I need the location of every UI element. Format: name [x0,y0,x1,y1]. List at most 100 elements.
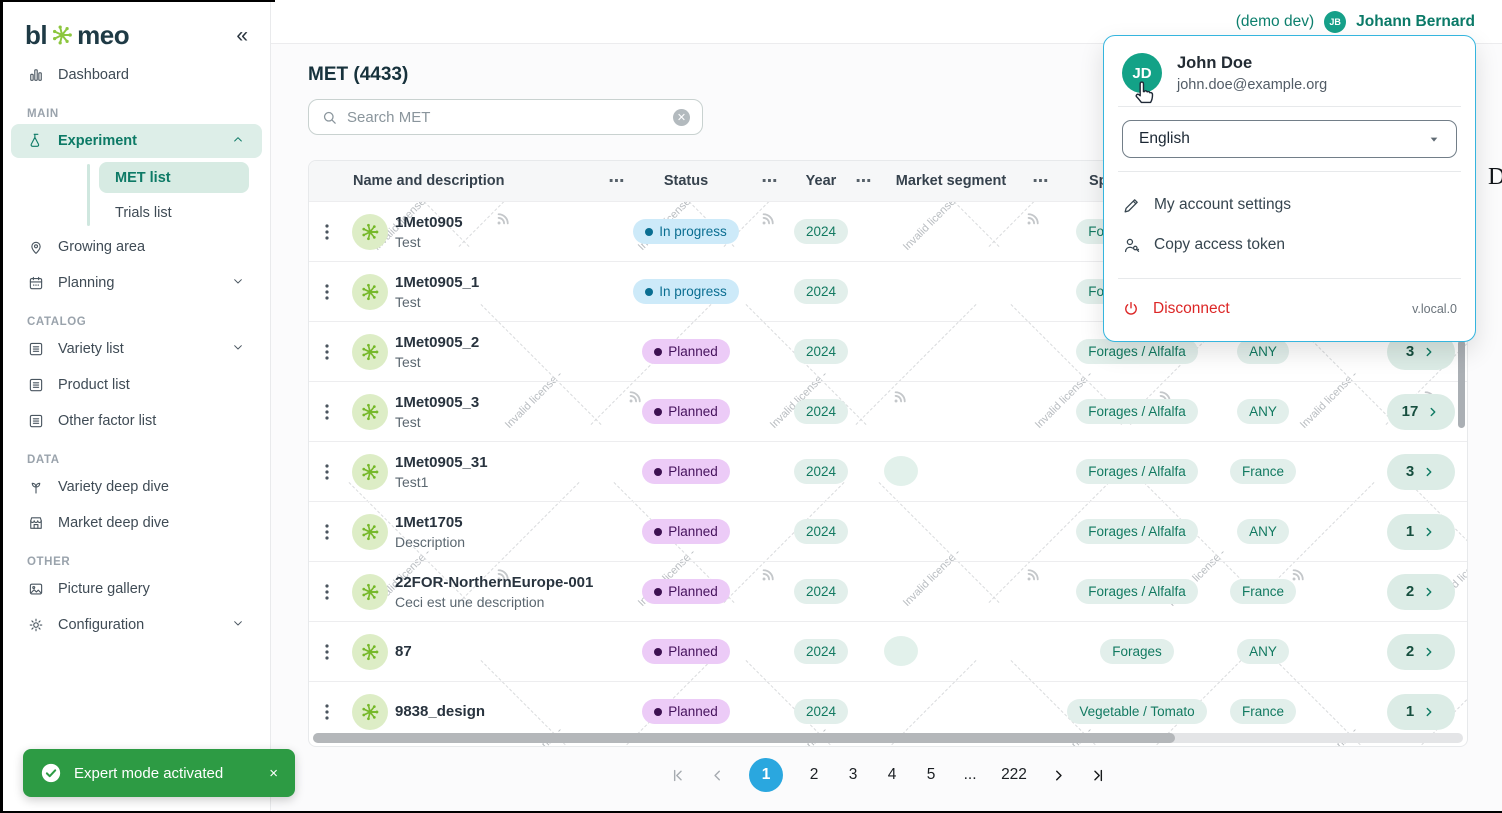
divider [1118,106,1461,107]
search-input[interactable] [347,108,664,126]
user-avatar[interactable]: JD [1122,53,1162,93]
bar-chart-icon [30,69,42,81]
sidebar-item-label: Variety list [58,341,124,357]
met-icon [352,273,388,310]
met-flower-icon [362,463,379,480]
calendar-icon [29,276,43,290]
page-number-2[interactable]: 2 [806,766,822,784]
pencil-icon [1124,198,1138,212]
column-menu-icon[interactable]: ⋯ [607,171,627,191]
page-first-icon[interactable] [669,767,686,784]
trials-count-button[interactable]: 3 [1387,453,1455,490]
sidebar-item-label: Market deep dive [58,515,170,531]
table-row[interactable]: 1Met0905_31 Test1 Planned 2024 Forages / Alf… [309,441,1467,501]
row-menu-kebab-icon[interactable] [309,702,345,722]
flower-icon [53,25,72,45]
page-number-4[interactable]: 4 [884,766,900,784]
sidebar-item-growing-area[interactable]: Growing area [11,230,262,264]
caret-down-icon [1430,137,1438,142]
toast-close-icon[interactable]: × [269,765,278,782]
horizontal-scrollbar-track[interactable] [313,733,1463,743]
page-number-1[interactable]: 1 [749,758,784,792]
row-menu-kebab-icon[interactable] [309,462,345,482]
met-icon [352,633,388,670]
met-icon [352,393,388,430]
sidebar-subitem-trials-list[interactable]: Trials list [99,197,249,228]
met-flower-icon [362,643,379,660]
column-menu-icon[interactable]: ⋯ [745,171,795,191]
person-key-icon [1124,238,1140,252]
user-email: john.doe@example.org [1177,76,1328,93]
market-badge: France [1229,459,1297,484]
table-row[interactable]: 22FOR-NorthernEurope-001 Ceci est une des… [309,561,1467,621]
sidebar-item-variety-deep-dive[interactable]: Variety deep dive [11,470,262,504]
page-number-222[interactable]: 222 [1001,766,1027,784]
sidebar-item-configuration[interactable]: Configuration [11,608,262,642]
trials-count-button[interactable]: 2 [1387,573,1455,610]
row-menu-kebab-icon[interactable] [309,222,345,242]
row-menu-kebab-icon[interactable] [309,402,345,422]
chev-down-icon [234,621,242,626]
sidebar-item-dashboard[interactable]: Dashboard [11,58,262,92]
met-name[interactable]: 9838_design [395,703,607,720]
trials-count-button[interactable]: 17 [1387,393,1455,430]
trials-count-button[interactable]: 1 [1387,513,1455,550]
met-name[interactable]: 1Met1705 [395,514,607,531]
sidebar-item-planning[interactable]: Planning [11,266,262,300]
page-next-icon[interactable] [1050,767,1067,784]
table-row[interactable]: 9838_design Planned 2024 Vegetable / Tomato… [309,681,1467,741]
horizontal-scrollbar-thumb[interactable] [313,733,1175,743]
power-icon[interactable] [1122,300,1140,318]
app-window: bl meo « Dashboard MAIN Experiment MET list… [0,0,1502,813]
column-menu-icon[interactable]: ⋯ [1021,171,1061,191]
copy-token-item[interactable]: Copy access token [1122,225,1457,265]
page-number-3[interactable]: 3 [845,766,861,784]
table-row[interactable]: 1Met0905_3 Test Planned 2024 Forages / Alfal… [309,381,1467,441]
language-select[interactable]: English [1122,120,1457,158]
met-name[interactable]: 1Met0905 [395,214,607,231]
met-name[interactable]: 87 [395,643,607,660]
met-flower-icon [362,343,379,360]
met-flower-icon [362,283,379,300]
header-name-description: Name and description [353,173,505,189]
row-menu-kebab-icon[interactable] [309,522,345,542]
met-name[interactable]: 1Met0905_1 [395,274,607,291]
window-frame-edge [3,0,275,2]
sidebar-item-product-list[interactable]: Product list [11,368,262,402]
sidebar-collapse-icon[interactable]: « [236,25,248,46]
met-name[interactable]: 1Met0905_2 [395,334,607,351]
disconnect-button[interactable]: Disconnect [1153,300,1230,318]
page-number-5[interactable]: 5 [923,766,939,784]
row-menu-kebab-icon[interactable] [309,582,345,602]
bloomeo-logo: bl meo [25,20,130,51]
account-settings-item[interactable]: My account settings [1122,185,1457,225]
met-name[interactable]: 22FOR-NorthernEurope-001 [395,574,607,591]
row-menu-kebab-icon[interactable] [309,282,345,302]
row-menu-kebab-icon[interactable] [309,642,345,662]
sidebar-item-market-deep-dive[interactable]: Market deep dive [11,506,262,540]
sidebar-item-picture-gallery[interactable]: Picture gallery [11,572,262,606]
column-menu-icon[interactable]: ⋯ [847,171,881,191]
sidebar-item-experiment[interactable]: Experiment [11,124,262,158]
trials-count-button[interactable]: 2 [1387,633,1455,670]
table-row[interactable]: 87 Planned 2024 Forages ANY 2 [309,621,1467,681]
row-menu-kebab-icon[interactable] [309,342,345,362]
trials-count-button[interactable]: 1 [1387,693,1455,730]
page-prev-icon[interactable] [709,767,726,784]
search-box[interactable]: ✕ [308,99,703,135]
sidebar-item-variety-list[interactable]: Variety list [11,332,262,366]
sidebar-item-other-factor-list[interactable]: Other factor list [11,404,262,438]
met-name[interactable]: 1Met0905_3 [395,394,607,411]
page-last-icon[interactable] [1090,767,1107,784]
status-badge: In progress [633,279,739,304]
app-version: v.local.0 [1412,302,1457,316]
topbar-avatar[interactable]: JB [1324,10,1347,33]
table-row[interactable]: 1Met1705 Description Planned 2024 Forages / … [309,501,1467,561]
clear-search-icon[interactable]: ✕ [673,108,690,126]
topbar-user-name[interactable]: Johann Bernard [1356,13,1475,31]
met-name[interactable]: 1Met0905_31 [395,454,607,471]
chevron-right-icon [1426,347,1432,356]
sidebar-subitem-met-list[interactable]: MET list [99,162,249,193]
vertical-scrollbar[interactable] [1458,340,1465,428]
chevron-right-icon [1426,587,1432,596]
